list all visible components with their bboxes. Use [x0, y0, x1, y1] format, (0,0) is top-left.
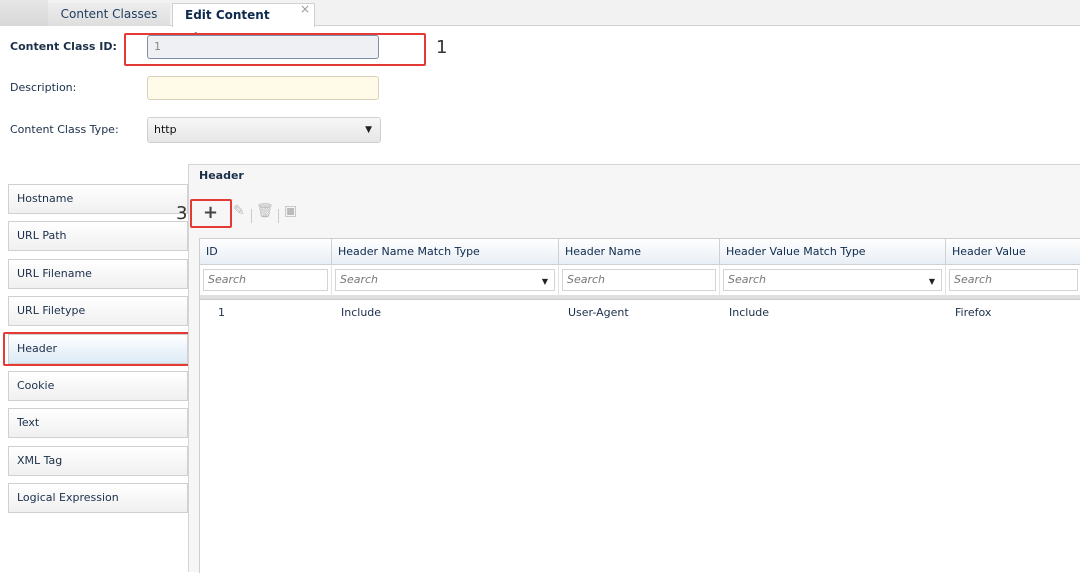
cell-name-match-type: Include: [341, 306, 382, 319]
chevron-down-icon: ▼: [928, 277, 935, 286]
annotation-box-1: [124, 33, 426, 66]
annotation-box-2: [3, 332, 199, 366]
selected-value: http: [154, 123, 177, 136]
column-header-name-match-type[interactable]: Header Name Match Type: [332, 239, 559, 265]
description-field[interactable]: [147, 76, 379, 100]
search-input-value[interactable]: Search: [949, 269, 1078, 291]
content-class-id-label: Content Class ID:: [10, 40, 117, 53]
nav-item-url-filetype[interactable]: URL Filetype: [8, 296, 188, 326]
chevron-down-icon: ▼: [365, 125, 372, 135]
nav-item-url-path[interactable]: URL Path: [8, 221, 188, 251]
search-select-value-match-type[interactable]: Search ▼: [723, 269, 942, 291]
annotation-box-3: [190, 199, 232, 228]
filter-cell: Search: [559, 265, 720, 295]
search-input-name[interactable]: Search: [562, 269, 716, 291]
annotation-number-1: 1: [436, 37, 448, 58]
tab-bar: Content Classes Edit Content Class ×: [0, 0, 1080, 45]
tab-edit-content-class[interactable]: Edit Content Class ×: [172, 0, 315, 45]
grid-divider: [200, 295, 1080, 300]
nav-item-xml-tag[interactable]: XML Tag: [8, 446, 188, 476]
description-label: Description:: [10, 81, 77, 94]
filter-cell: Search ▼: [332, 265, 559, 295]
tab-strip-decoration: [0, 0, 48, 26]
header-panel: Header + ✎ 🗑 ▣ ID Header Name Match Type…: [188, 164, 1080, 573]
toolbar-divider: [251, 209, 252, 223]
cell-id: 1: [218, 306, 225, 319]
close-icon[interactable]: ×: [300, 0, 310, 21]
column-header-id[interactable]: ID: [200, 239, 332, 265]
column-header-value-match-type[interactable]: Header Value Match Type: [720, 239, 946, 265]
filter-cell: Search: [946, 265, 1080, 295]
cell-value: Firefox: [955, 306, 992, 319]
filter-cell: Search ▼: [720, 265, 946, 295]
column-header-value[interactable]: Header Value: [946, 239, 1080, 265]
content-class-type-select[interactable]: http ▼: [147, 117, 381, 143]
copy-icon[interactable]: ▣: [284, 203, 297, 219]
content-class-type-label: Content Class Type:: [10, 123, 119, 136]
column-header-name[interactable]: Header Name: [559, 239, 720, 265]
filter-placeholder: Search: [728, 273, 767, 286]
nav-item-logical-expression[interactable]: Logical Expression: [8, 483, 188, 513]
annotation-number-3: 3: [176, 203, 188, 224]
toolbar-divider: [278, 209, 279, 223]
cell-name: User-Agent: [568, 306, 629, 319]
filter-cell: Search: [200, 265, 332, 295]
filter-placeholder: Search: [340, 273, 379, 286]
edit-icon[interactable]: ✎: [233, 203, 245, 219]
header-grid: ID Header Name Match Type Header Name He…: [199, 238, 1080, 573]
nav-item-cookie[interactable]: Cookie: [8, 371, 188, 401]
search-select-name-match-type[interactable]: Search ▼: [335, 269, 555, 291]
chevron-down-icon: ▼: [541, 277, 548, 286]
nav-item-url-filename[interactable]: URL Filename: [8, 259, 188, 289]
tab-content-classes[interactable]: Content Classes: [48, 3, 170, 26]
nav-item-text[interactable]: Text: [8, 408, 188, 438]
delete-icon[interactable]: 🗑: [256, 203, 274, 219]
panel-title: Header: [199, 169, 244, 182]
search-input-id[interactable]: Search: [203, 269, 328, 291]
cell-value-match-type: Include: [729, 306, 770, 319]
nav-item-hostname[interactable]: Hostname: [8, 184, 188, 214]
